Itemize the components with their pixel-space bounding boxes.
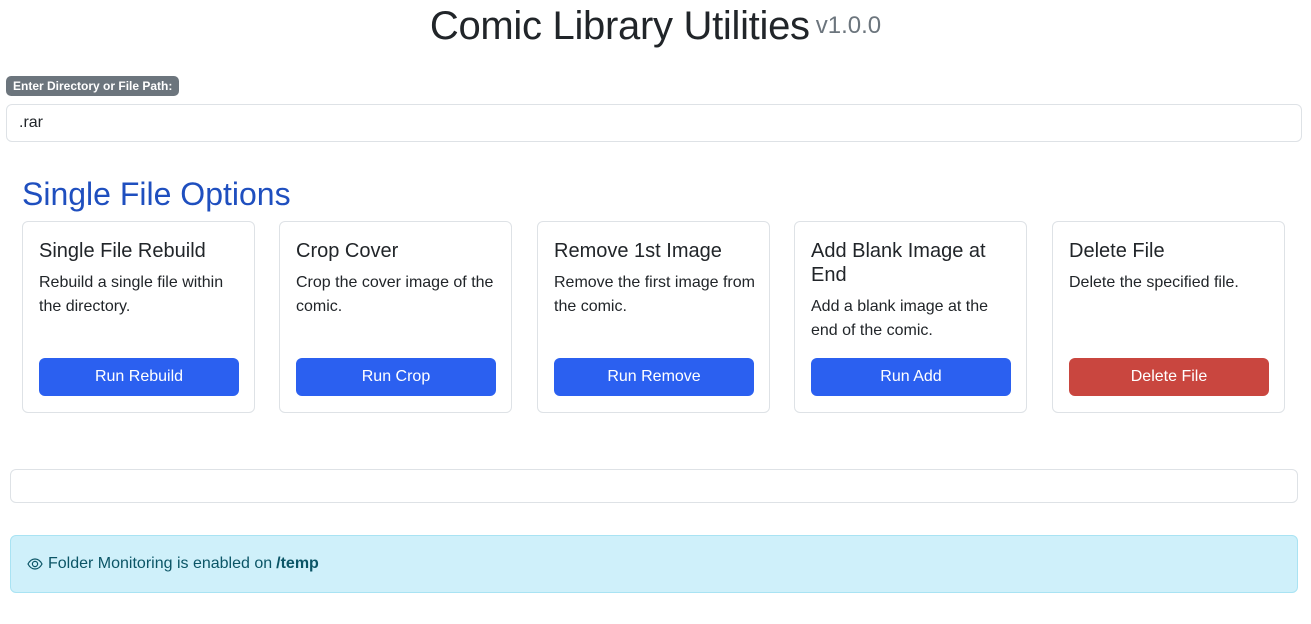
card-text: Add a blank image at the end of the comi… [811, 298, 989, 339]
monitored-folder: /temp [276, 555, 319, 572]
card-crop-cover: Crop Cover Crop the cover image of the c… [279, 221, 512, 413]
card-text: Crop the cover image of the comic. [296, 274, 494, 315]
run-remove-button[interactable]: Run Remove [554, 358, 754, 396]
card-add-blank-image: Add Blank Image at End Add a blank image… [794, 221, 1027, 413]
card-title: Single File Rebuild [39, 240, 206, 262]
run-add-button[interactable]: Run Add [811, 358, 1011, 396]
page-header: Comic Library Utilities v1.0.0 [0, 2, 1311, 50]
card-title: Remove 1st Image [554, 240, 722, 262]
path-label-badge: Enter Directory or File Path: [6, 76, 180, 96]
run-rebuild-button[interactable]: Run Rebuild [39, 358, 239, 396]
folder-monitoring-alert: Folder Monitoring is enabled on /temp [10, 535, 1298, 593]
path-input[interactable] [6, 104, 1302, 142]
run-crop-button[interactable]: Run Crop [296, 358, 496, 396]
card-delete-file: Delete File Delete the specified file. D… [1052, 221, 1285, 413]
alert-text: Folder Monitoring is enabled on [48, 555, 273, 572]
card-remove-first-image: Remove 1st Image Remove the first image … [537, 221, 770, 413]
options-card-row: Single File Rebuild Rebuild a single fil… [22, 221, 1285, 413]
card-text: Delete the specified file. [1069, 274, 1239, 291]
version-label: v1.0.0 [815, 11, 882, 39]
card-text: Remove the first image from the comic. [554, 274, 755, 315]
delete-file-button[interactable]: Delete File [1069, 358, 1269, 396]
card-title: Add Blank Image at End [811, 240, 986, 286]
eye-icon [27, 556, 43, 572]
card-text: Rebuild a single file within the directo… [39, 274, 224, 315]
card-single-file-rebuild: Single File Rebuild Rebuild a single fil… [22, 221, 255, 413]
section-title: Single File Options [22, 176, 291, 212]
card-title: Crop Cover [296, 240, 399, 262]
page-title: Comic Library Utilities [429, 4, 810, 48]
card-title: Delete File [1069, 240, 1165, 262]
output-box [10, 469, 1298, 503]
